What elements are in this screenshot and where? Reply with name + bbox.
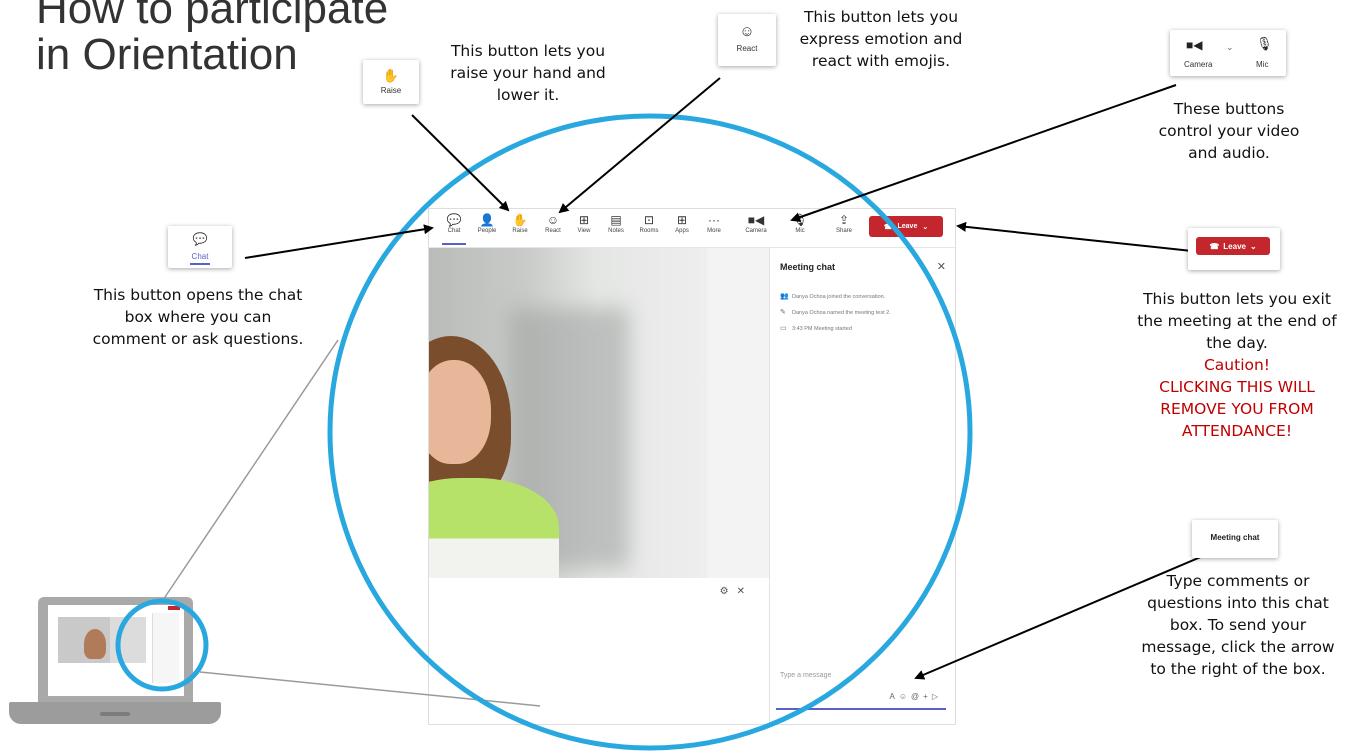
arrow-raise	[411, 114, 510, 212]
active-underline	[190, 263, 210, 265]
chatbox-note: Type comments or questions into this cha…	[1141, 572, 1335, 678]
leave-note-text: This button lets you exit the meeting at…	[1137, 290, 1337, 352]
leave-warning: CLICKING THIS WILL REMOVE YOU FROM ATTEN…	[1159, 378, 1315, 440]
zoom-connector-line	[162, 339, 339, 601]
chevron-down-icon: ⌄	[1249, 241, 1257, 251]
meeting-chat-callout: Meeting chat	[1192, 520, 1278, 558]
react-note: This button lets you express emotion and…	[799, 8, 963, 70]
camera-mic-callout: ■◀ ⌄ 🎙 Camera Mic	[1170, 30, 1286, 76]
leave-note: This button lets you exit the meeting at…	[1134, 288, 1340, 442]
zoom-highlight-ring	[327, 113, 973, 751]
chat-icon: 💬	[192, 232, 208, 246]
smile-icon: ☺	[739, 23, 755, 40]
raise-note: This button lets you raise your hand and…	[450, 42, 606, 104]
mic-icon: 🎙	[1256, 36, 1273, 51]
chevron-down-icon: ⌄	[1226, 42, 1234, 52]
arrow-chat	[244, 224, 434, 259]
phone-hangup-icon: ☎	[1209, 241, 1220, 251]
chat-callout: 💬 Chat	[168, 226, 232, 268]
leave-button-preview: ☎ Leave ⌄	[1196, 237, 1270, 255]
zoom-connector-line	[199, 671, 541, 707]
camera-mic-note: These buttons control your video and aud…	[1158, 100, 1300, 162]
raise-callout: ✋ Raise	[363, 60, 419, 104]
hand-icon: ✋	[382, 68, 400, 83]
laptop-highlight-ring	[115, 598, 209, 692]
leave-caution: Caution!	[1203, 356, 1271, 374]
leave-callout: ☎ Leave ⌄	[1188, 228, 1280, 270]
arrow-camera-mic	[790, 84, 1177, 223]
react-callout: ☺ React	[718, 14, 776, 66]
arrow-leave	[956, 221, 1193, 252]
camera-icon: ■◀	[1186, 38, 1203, 52]
chat-note: This button opens the chat box where you…	[92, 286, 304, 348]
